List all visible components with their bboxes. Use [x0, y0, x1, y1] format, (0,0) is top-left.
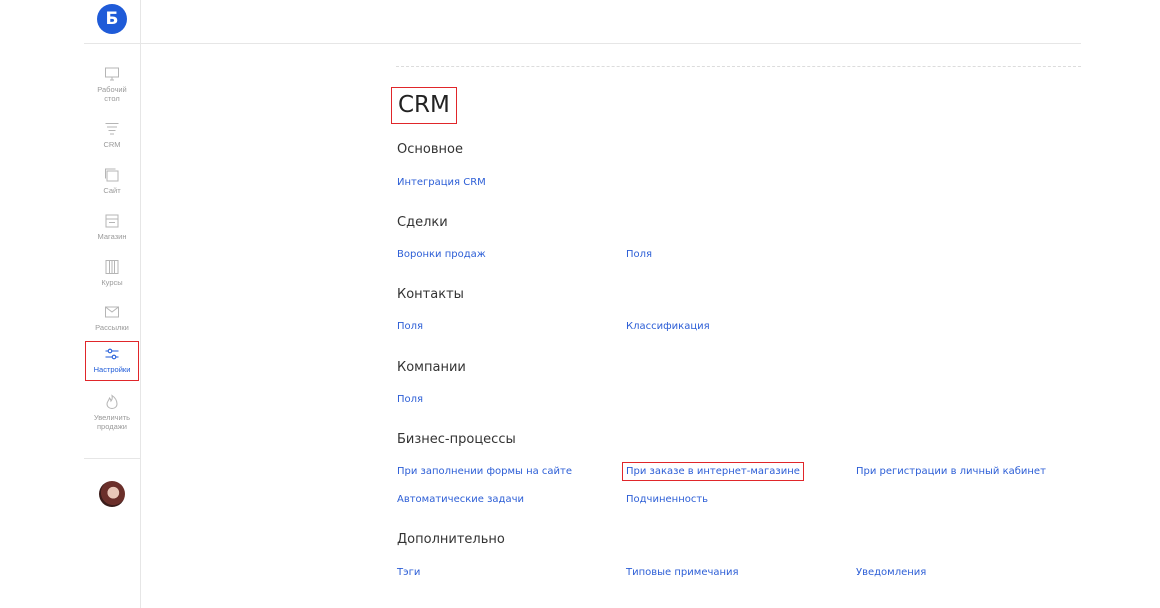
link-company-fields[interactable]: Поля [397, 394, 423, 405]
sidebar-item-label: Курсы [101, 278, 123, 287]
courses-icon [105, 260, 119, 274]
flame-icon [106, 394, 118, 410]
sidebar-divider [84, 43, 140, 44]
link-notifications[interactable]: Уведомления [856, 567, 926, 578]
section-title-main: Основное [397, 142, 463, 157]
page-title: CRM [391, 87, 457, 124]
section-title-business-processes: Бизнес-процессы [397, 432, 516, 447]
sidebar-item-label: Настройки [93, 365, 131, 374]
sidebar-item-label: CRM [103, 140, 121, 149]
monitor-icon [105, 67, 119, 81]
envelope-icon [105, 306, 119, 318]
link-typical-notes[interactable]: Типовые примечания [626, 567, 739, 578]
sidebar-item-crm[interactable]: CRM [84, 121, 140, 149]
sidebar-item-label: Рассылки [95, 323, 129, 332]
section-title-contacts: Контакты [397, 287, 464, 302]
sidebar-item-desktop[interactable]: Рабочий стол [84, 66, 140, 103]
link-deal-fields[interactable]: Поля [626, 249, 652, 260]
link-subordination[interactable]: Подчиненность [626, 494, 708, 505]
sidebar-item-mailings[interactable]: Рассылки [84, 304, 140, 332]
sidebar-item-label: Сайт [103, 186, 121, 195]
content-divider [396, 66, 1081, 67]
funnel-icon [105, 123, 119, 135]
avatar[interactable] [99, 481, 125, 507]
site-icon [105, 168, 119, 182]
sidebar-item-site[interactable]: Сайт [84, 167, 140, 195]
sidebar-item-label: Рабочий стол [97, 85, 127, 103]
link-auto-tasks[interactable]: Автоматические задачи [397, 494, 524, 505]
link-on-registration[interactable]: При регистрации в личный кабинет [856, 466, 1046, 477]
sidebar-item-store[interactable]: Магазин [84, 213, 140, 241]
logo-letter: Б [105, 9, 119, 29]
sidebar-divider [84, 458, 140, 459]
header-divider [141, 43, 1081, 44]
section-title-companies: Компании [397, 360, 466, 375]
link-sales-funnels[interactable]: Воронки продаж [397, 249, 486, 260]
link-crm-integration[interactable]: Интеграция CRM [397, 177, 486, 188]
sidebar-item-label: Магазин [97, 232, 127, 241]
store-icon [105, 214, 119, 228]
link-on-store-order[interactable]: При заказе в интернет-магазине [622, 462, 804, 481]
link-classification[interactable]: Классификация [626, 321, 710, 332]
sidebar-item-label: Увеличить продажи [93, 413, 131, 431]
sliders-icon [105, 348, 119, 360]
link-tags[interactable]: Тэги [397, 567, 420, 578]
link-on-form-fill[interactable]: При заполнении формы на сайте [397, 466, 572, 477]
section-title-deals: Сделки [397, 215, 448, 230]
link-contact-fields[interactable]: Поля [397, 321, 423, 332]
section-title-additional: Дополнительно [397, 532, 505, 547]
sidebar: Б Рабочий стол CRM Сайт Магазин Курсы Ра… [84, 0, 141, 608]
sidebar-item-increase-sales[interactable]: Увеличить продажи [84, 394, 140, 431]
sidebar-item-settings[interactable]: Настройки [85, 341, 139, 381]
sidebar-item-courses[interactable]: Курсы [84, 259, 140, 287]
logo[interactable]: Б [97, 4, 127, 34]
